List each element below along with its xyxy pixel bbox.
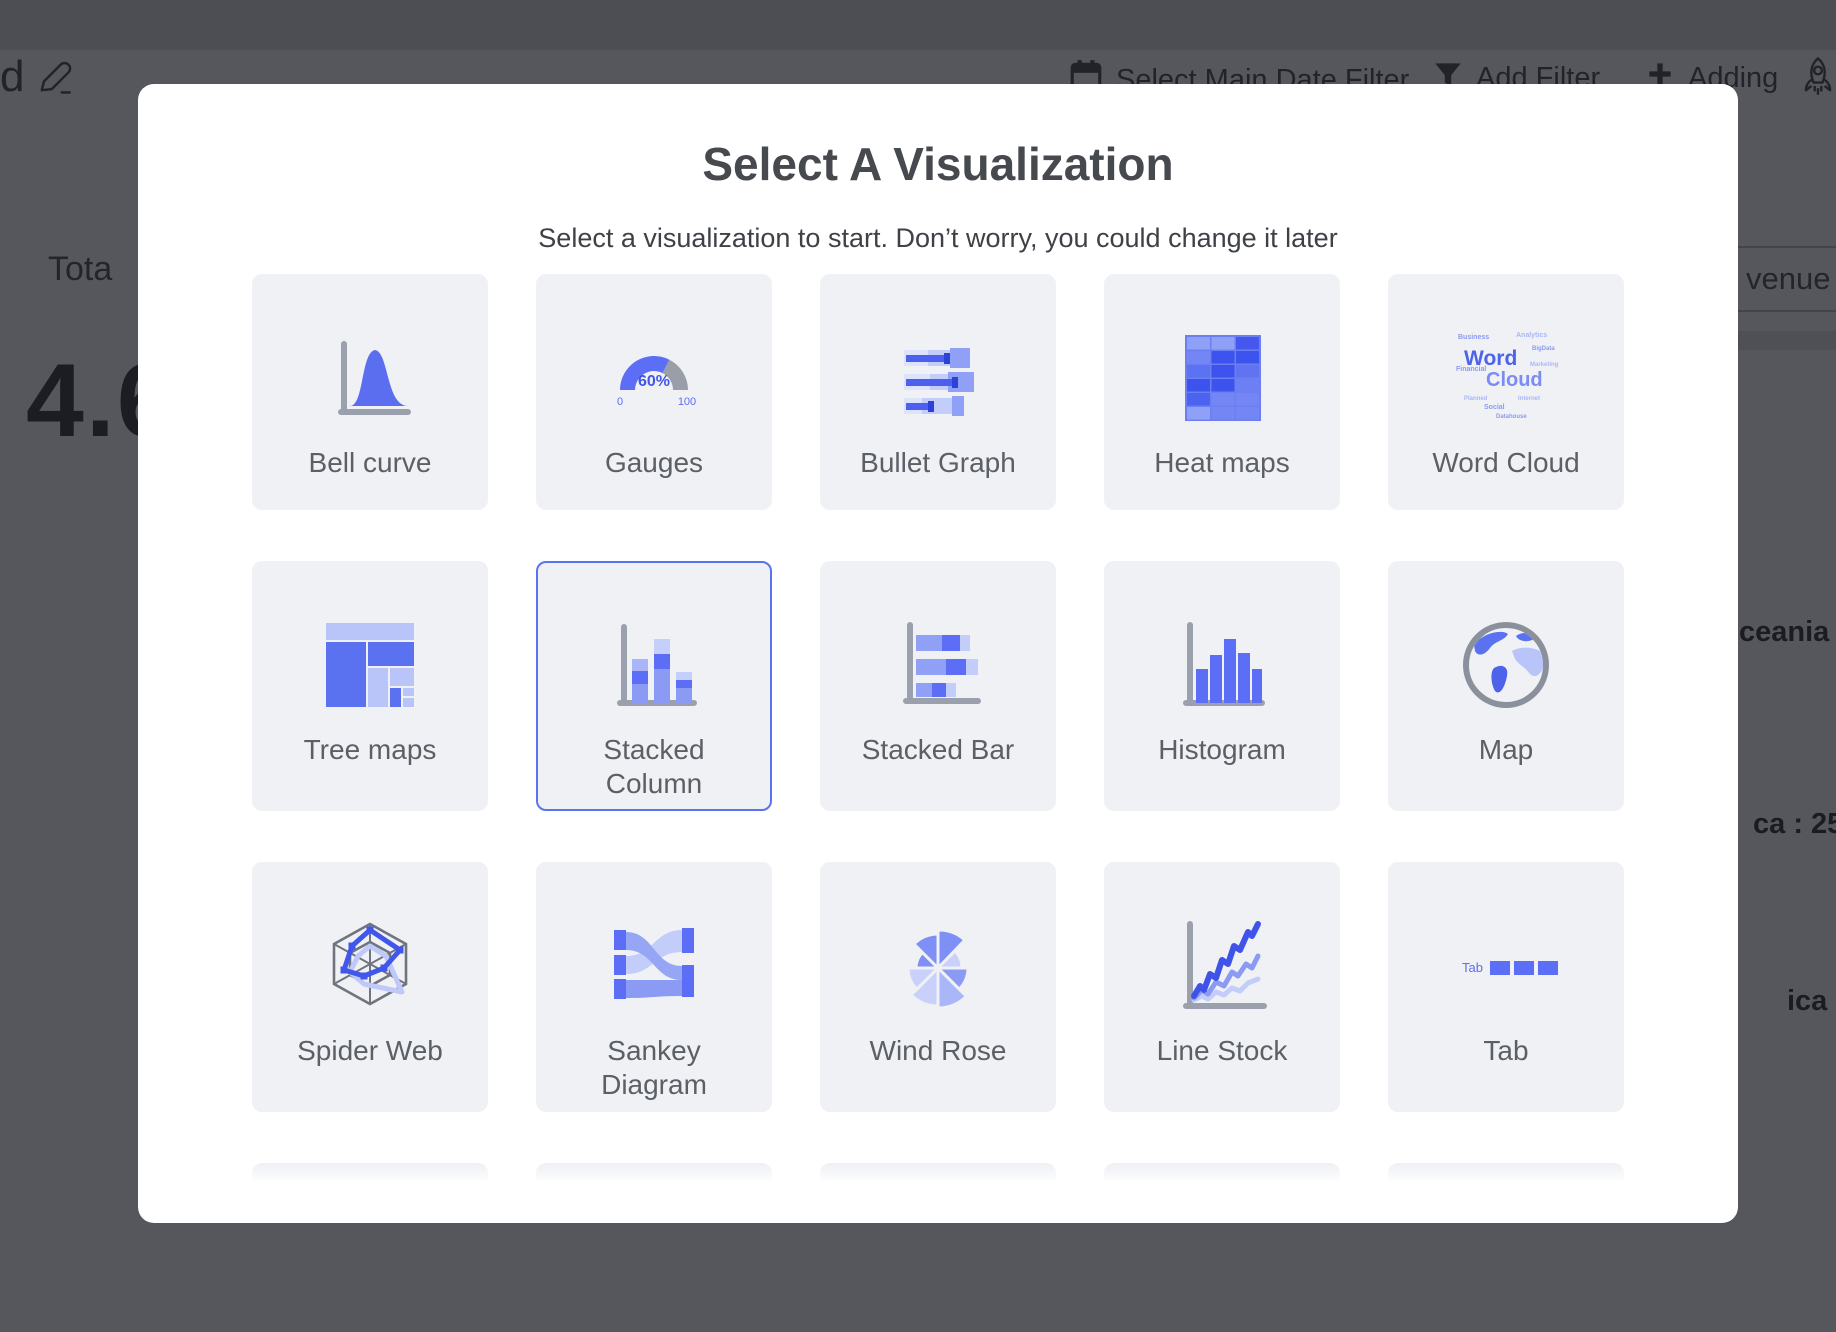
map-icon [1450,609,1562,721]
viz-card-stacked-bar[interactable]: Stacked Bar [820,561,1056,811]
viz-card-map[interactable]: Map [1388,561,1624,811]
wind-rose-icon [882,910,994,1022]
viz-card-stub[interactable] [820,1163,1056,1183]
bell-curve-icon [314,322,426,434]
viz-card-label: Word Cloud [1432,446,1579,480]
svg-text:Tab: Tab [1462,960,1483,975]
next-row-cards-peek [252,1163,1624,1183]
select-visualization-modal: Select A Visualization Select a visualiz… [138,84,1738,1223]
viz-card-label: Spider Web [297,1034,443,1068]
viz-card-bell-curve[interactable]: Bell curve [252,274,488,510]
viz-card-sankey-diagram[interactable]: Sankey Diagram [536,862,772,1112]
word-cloud-word: Marketing [1530,362,1558,368]
word-cloud-word: Business [1458,334,1489,341]
sankey-diagram-icon [598,910,710,1022]
viz-card-word-cloud[interactable]: BusinessAnalyticsBigDataWordMarketingFin… [1388,274,1624,510]
viz-card-label: Histogram [1158,733,1286,767]
viz-card-label: Bell curve [309,446,432,480]
viz-card-label: Heat maps [1154,446,1289,480]
viz-card-wind-rose[interactable]: Wind Rose [820,862,1056,1112]
word-cloud-word: Social [1484,404,1505,411]
viz-card-label: Sankey Diagram [562,1034,747,1102]
viz-card-bullet-graph[interactable]: Bullet Graph [820,274,1056,510]
line-stock-icon [1166,910,1278,1022]
viz-card-spider-web[interactable]: Spider Web [252,862,488,1112]
viz-card-histogram[interactable]: Histogram [1104,561,1340,811]
viz-card-label: Tab [1483,1034,1528,1068]
word-cloud-word: BigData [1532,346,1555,352]
modal-subtitle: Select a visualization to start. Don’t w… [138,222,1738,254]
gauges-icon: 60% 0 100 [598,322,710,434]
viz-card-gauges[interactable]: 60% 0 100 Gauges [536,274,772,510]
word-cloud-icon: BusinessAnalyticsBigDataWordMarketingFin… [1450,322,1562,434]
svg-text:60%: 60% [638,373,670,390]
svg-text:100: 100 [678,396,696,408]
viz-card-stacked-column[interactable]: Stacked Column [536,561,772,811]
viz-grid: Bell curve 60% 0 100 Gauges Bullet Graph… [252,274,1624,1112]
heat-maps-icon [1166,322,1278,434]
modal-title: Select A Visualization [138,138,1738,190]
viz-card-stub[interactable] [536,1163,772,1183]
viz-card-label: Tree maps [304,733,437,767]
viz-card-heat-maps[interactable]: Heat maps [1104,274,1340,510]
svg-text:0: 0 [617,396,623,408]
histogram-icon [1166,609,1278,721]
word-cloud-word: Datahouse [1496,414,1527,420]
viz-card-tree-maps[interactable]: Tree maps [252,561,488,811]
viz-card-label: Map [1479,733,1533,767]
word-cloud-word: Planned [1464,396,1487,402]
word-cloud-word: Financial [1456,366,1486,373]
viz-card-label: Gauges [605,446,703,480]
viz-card-stub[interactable] [252,1163,488,1183]
viz-card-stub[interactable] [1104,1163,1340,1183]
word-cloud-word: Cloud [1486,370,1543,390]
viz-card-tab[interactable]: Tab Tab [1388,862,1624,1112]
viz-card-label: Line Stock [1157,1034,1288,1068]
bullet-graph-icon [882,322,994,434]
viz-card-line-stock[interactable]: Line Stock [1104,862,1340,1112]
viz-card-label: Bullet Graph [860,446,1016,480]
viz-card-stub[interactable] [1388,1163,1624,1183]
viz-card-label: Stacked Column [562,733,747,801]
viz-card-label: Wind Rose [870,1034,1007,1068]
tab-icon: Tab [1450,910,1562,1022]
word-cloud-word: Analytics [1516,332,1547,339]
stacked-column-icon [598,609,710,721]
spider-web-icon [314,910,426,1022]
tree-maps-icon [314,609,426,721]
stacked-bar-icon [882,609,994,721]
viz-card-label: Stacked Bar [862,733,1015,767]
word-cloud-word: Internet [1518,396,1540,402]
